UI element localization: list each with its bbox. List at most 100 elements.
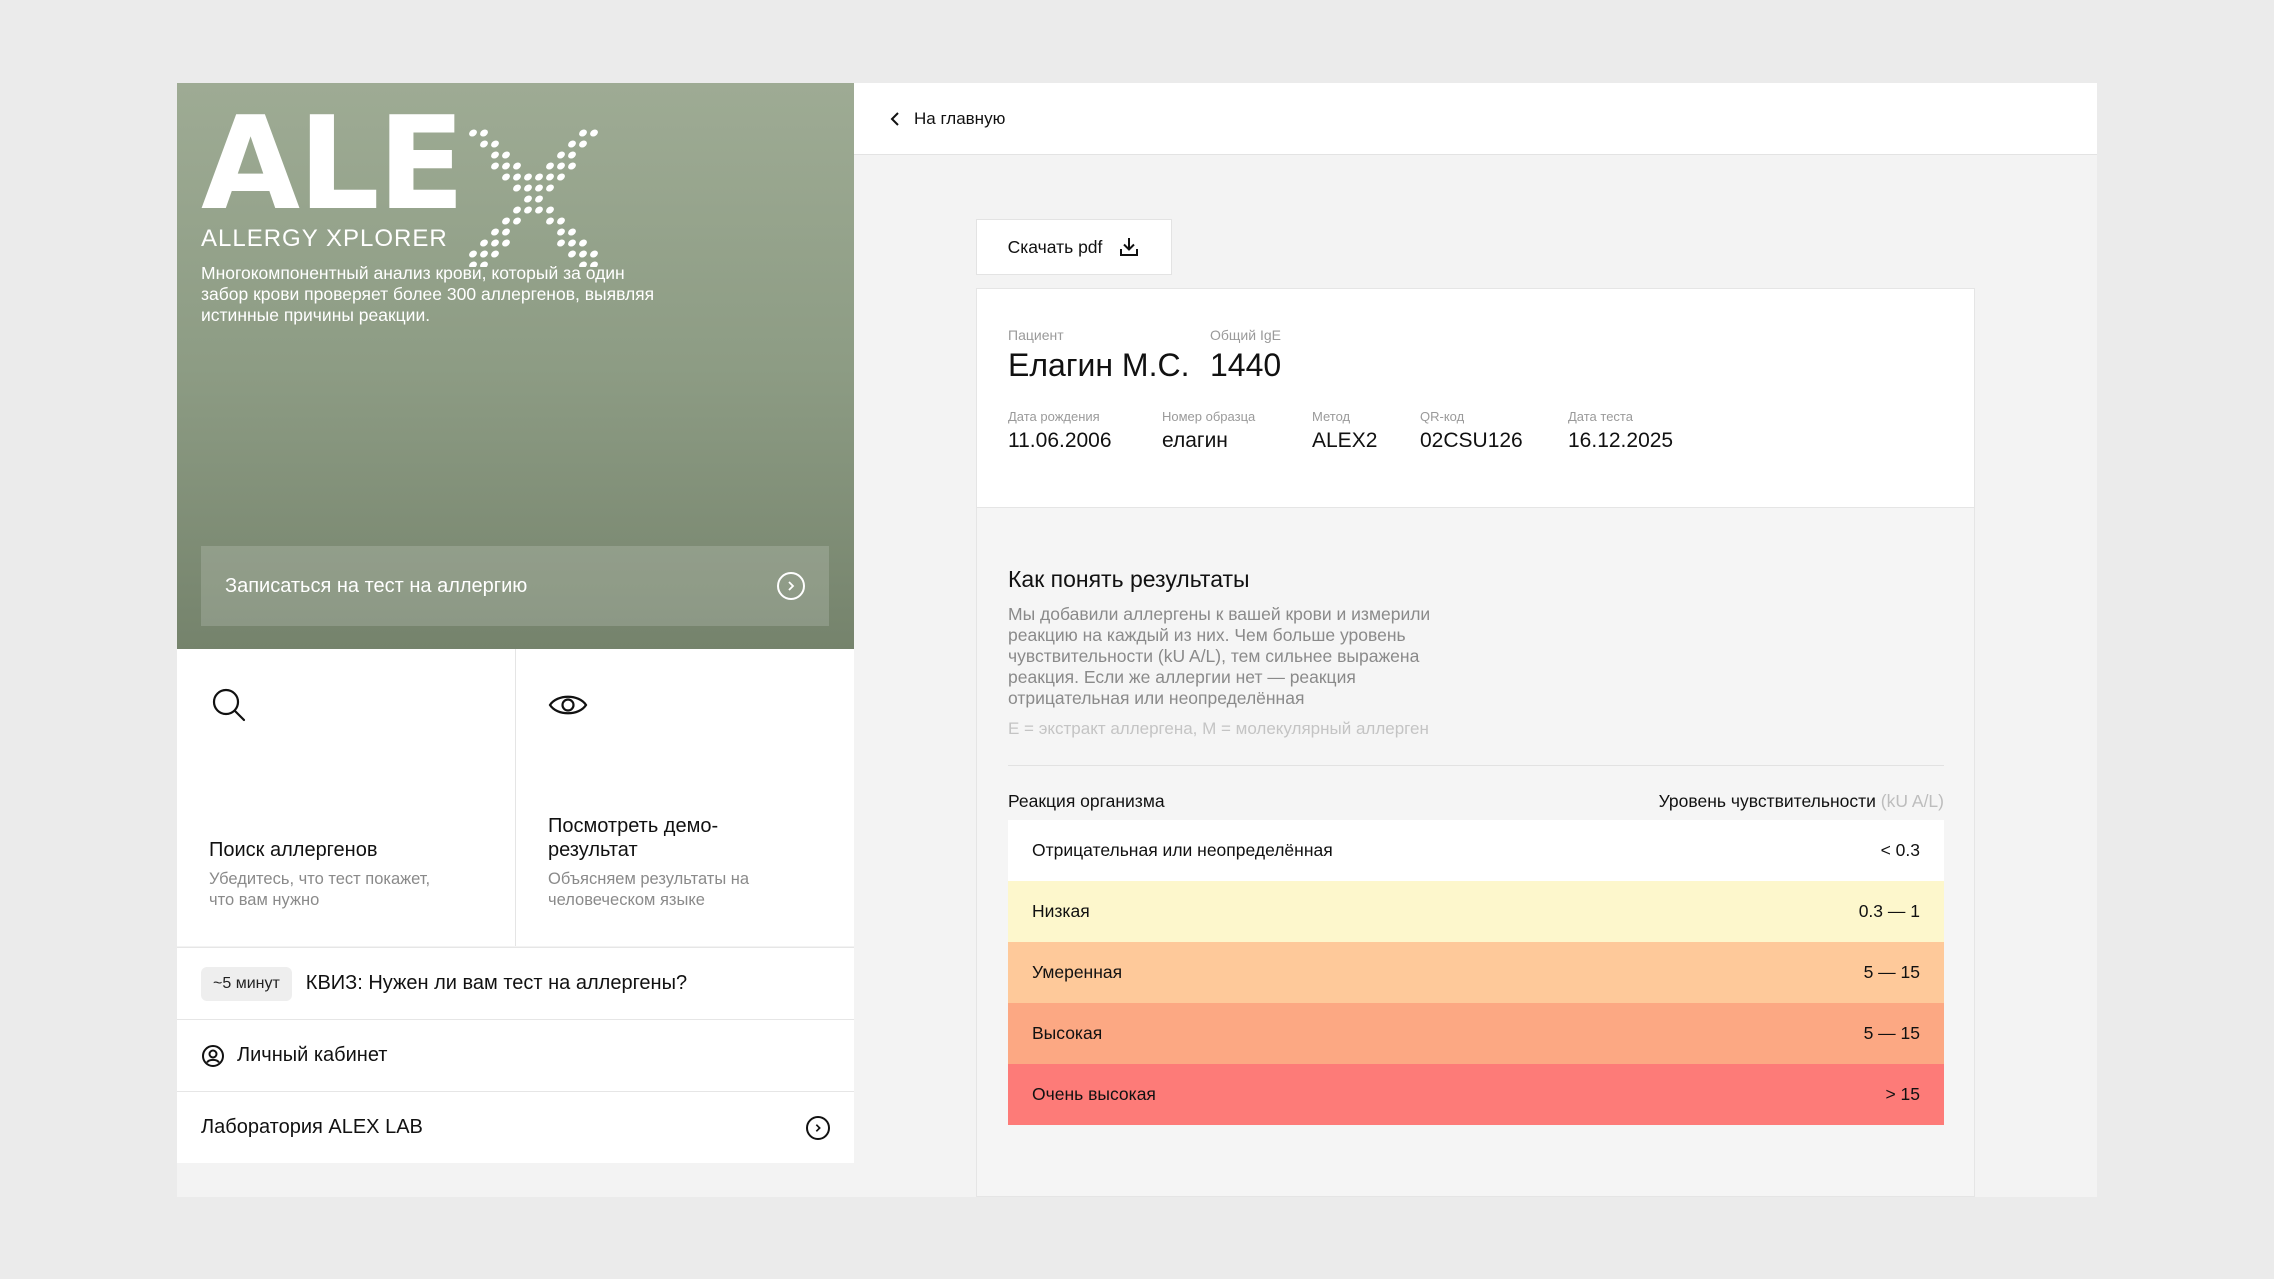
patient-card: Пациент Елагин М.С. Общий IgE 1440 Дата … xyxy=(976,288,1975,508)
field-label: Дата теста xyxy=(1568,409,1633,424)
logo-dot xyxy=(579,239,587,247)
logo-dot xyxy=(502,173,510,181)
logo-dot xyxy=(546,217,554,225)
logo-dot xyxy=(469,129,477,137)
reaction-label: Отрицательная или неопределённая xyxy=(1032,840,1333,860)
logo-subtitle: ALLERGY XPLORER xyxy=(201,225,448,252)
legend-row: Высокая 5 — 15 xyxy=(1008,1003,1944,1064)
logo-dot xyxy=(568,250,576,258)
back-label: На главную xyxy=(914,108,1006,128)
logo-dot xyxy=(535,195,543,203)
quiz-label: КВИЗ: Нужен ли вам тест на аллергены? xyxy=(305,972,688,994)
reaction-label: Низкая xyxy=(1032,901,1090,921)
download-pdf-label: Скачать pdf xyxy=(1007,236,1103,257)
logo-dot xyxy=(535,206,543,214)
logo-dot xyxy=(469,250,477,258)
field-label: QR-код xyxy=(1420,409,1465,424)
logo-dot xyxy=(579,129,587,137)
col-unit: (kU A/L) xyxy=(1880,791,1944,811)
col-reaction: Реакция организма xyxy=(1008,791,1165,811)
logo-dot xyxy=(557,239,565,247)
logo-dot xyxy=(546,162,554,170)
quiz-duration-badge: ~5 минут xyxy=(201,966,292,1001)
logo-dot xyxy=(557,162,565,170)
logo-dot xyxy=(502,228,510,236)
logo-dot xyxy=(502,151,510,159)
divider xyxy=(1008,765,1944,766)
left-panel: ALE ALLERGY XPLORER Многокомпонентный ан… xyxy=(177,83,854,1197)
logo-dot xyxy=(568,140,576,148)
book-test-label: Записаться на тест на аллергию xyxy=(225,574,528,597)
test-date-value: 16.12.2025 xyxy=(1568,429,1674,452)
logo-dot xyxy=(557,228,565,236)
legend-title: Как понять результаты xyxy=(1008,566,1250,592)
account-label: Личный кабинет xyxy=(237,1044,388,1066)
legend-header: Реакция организма Уровень чувствительнос… xyxy=(1008,791,1944,812)
logo-dot xyxy=(579,250,587,258)
legend-table: Отрицательная или неопределённая < 0.3 Н… xyxy=(1008,820,1944,1125)
total-ige-label: Общий IgE xyxy=(1210,327,1281,343)
method-value: ALEX2 xyxy=(1312,429,1378,452)
chevron-left-icon xyxy=(890,111,899,126)
logo-dot xyxy=(524,184,532,192)
logo-dot xyxy=(568,162,576,170)
logo-dot xyxy=(480,250,488,258)
logo-dot xyxy=(513,217,521,225)
hero-banner: ALE ALLERGY XPLORER Многокомпонентный ан… xyxy=(177,83,854,649)
logo-dot xyxy=(513,173,521,181)
reaction-range: 5 — 15 xyxy=(1863,1023,1920,1043)
logo-dot xyxy=(557,217,565,225)
account-link[interactable]: Личный кабинет xyxy=(177,1019,854,1091)
logo-dot xyxy=(579,140,587,148)
results-legend: Как понять результаты Мы добавили аллерг… xyxy=(976,508,1975,1197)
reaction-label: Высокая xyxy=(1032,1023,1103,1043)
logo-dot xyxy=(557,151,565,159)
arrow-right-circle-icon xyxy=(777,572,805,600)
logo-dot xyxy=(524,206,532,214)
sample-number-value: елагин xyxy=(1162,429,1228,452)
lab-link[interactable]: Лаборатория ALEX LAB xyxy=(177,1091,854,1163)
download-icon xyxy=(1120,238,1139,256)
legend-row: Очень высокая > 15 xyxy=(1008,1064,1944,1125)
logo-dot xyxy=(491,162,499,170)
logo-dot xyxy=(502,239,510,247)
reaction-label: Умеренная xyxy=(1032,962,1123,982)
quiz-link[interactable]: ~5 минут КВИЗ: Нужен ли вам тест на алле… xyxy=(177,947,854,1019)
logo-dot xyxy=(568,239,576,247)
back-to-home-link[interactable]: На главную xyxy=(890,109,1005,129)
qr-code-value: 02CSU126 xyxy=(1420,429,1523,452)
logo-dot xyxy=(568,151,576,159)
download-pdf-button[interactable]: Скачать pdf xyxy=(976,219,1172,275)
logo-dot xyxy=(546,173,554,181)
logo-word: ALE xyxy=(201,90,465,239)
logo-dot xyxy=(546,206,554,214)
reaction-range: < 0.3 xyxy=(1880,840,1920,860)
reaction-range: 5 — 15 xyxy=(1863,962,1920,982)
legend-row: Отрицательная или неопределённая < 0.3 xyxy=(1008,820,1944,881)
col-level: Уровень чувствительности (kU A/L) xyxy=(1658,791,1944,811)
patient-name: Елагин М.С. xyxy=(1008,347,1190,383)
card-demo-result[interactable]: Посмотреть демо-результат Объясняем резу… xyxy=(515,649,854,946)
field-label: Дата рождения xyxy=(1008,409,1100,424)
logo-dot xyxy=(513,184,521,192)
logo-dot xyxy=(590,129,598,137)
card-title: Поиск аллергенов xyxy=(209,839,378,861)
reaction-range: 0.3 — 1 xyxy=(1858,901,1920,921)
lab-label: Лаборатория ALEX LAB xyxy=(201,1116,423,1138)
logo-dot xyxy=(502,217,510,225)
search-icon xyxy=(212,688,246,722)
logo-dot xyxy=(513,206,521,214)
book-test-button[interactable]: Записаться на тест на аллергию xyxy=(201,546,829,626)
card-allergen-search[interactable]: Поиск аллергенов Убедитесь, что тест пок… xyxy=(177,649,515,946)
birth-date-value: 11.06.2006 xyxy=(1008,429,1112,452)
card-subtitle: Объясняем результаты на человеческом язы… xyxy=(548,870,750,909)
card-subtitle: Убедитесь, что тест покажет, что вам нуж… xyxy=(209,870,431,909)
legend-description: Мы добавили аллергены к вашей крови и из… xyxy=(1008,604,1431,708)
top-bar: На главную xyxy=(854,83,2097,155)
logo-dot xyxy=(491,239,499,247)
logo-dot xyxy=(513,162,521,170)
logo-dot xyxy=(491,228,499,236)
patient-label: Пациент xyxy=(1008,327,1064,343)
logo-dot xyxy=(491,140,499,148)
arrow-right-circle-icon xyxy=(806,1115,830,1140)
